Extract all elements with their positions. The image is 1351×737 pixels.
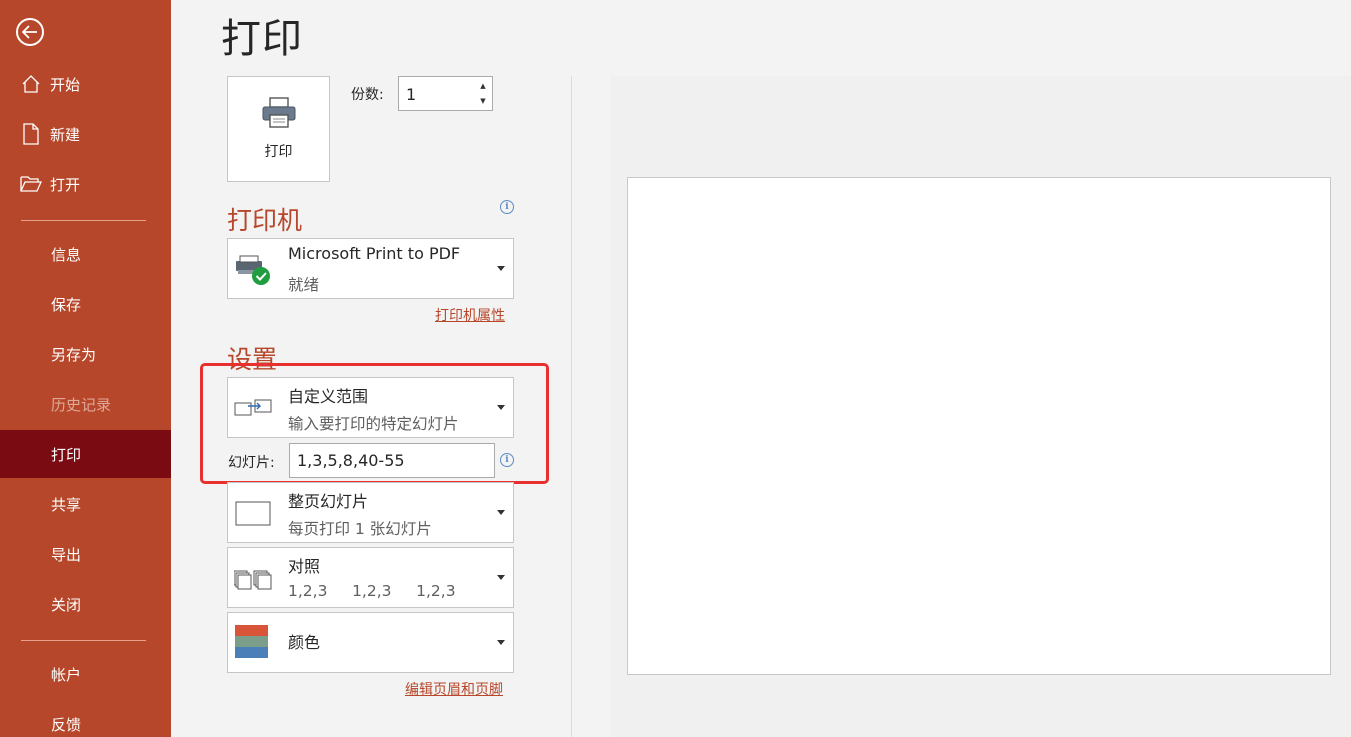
pane-divider — [571, 76, 572, 737]
info-icon[interactable]: i — [500, 200, 514, 214]
sidebar-item-share[interactable]: 共享 — [0, 480, 171, 528]
sidebar-item-label: 新建 — [50, 125, 81, 144]
sidebar-item-label: 关闭 — [51, 595, 82, 614]
spin-up-icon[interactable]: ▲ — [478, 80, 488, 92]
layout-dropdown[interactable]: 整页幻灯片 每页打印 1 张幻灯片 — [227, 482, 514, 543]
printer-name: Microsoft Print to PDF — [288, 244, 461, 263]
backstage-sidebar: 开始 新建 打开 信息 保存 另存为 历史记录 打印 共享 导出 关闭 帐户 反… — [0, 0, 171, 737]
chevron-down-icon — [497, 575, 505, 580]
printer-dropdown[interactable]: Microsoft Print to PDF 就绪 — [227, 238, 514, 299]
sidebar-item-label: 保存 — [51, 295, 82, 314]
collate-desc: 1,2,3 1,2,3 1,2,3 — [288, 582, 456, 600]
new-file-icon — [20, 123, 42, 145]
color-title: 颜色 — [288, 633, 321, 652]
collate-dropdown[interactable]: 对照 1,2,3 1,2,3 1,2,3 — [227, 547, 514, 608]
sidebar-separator — [21, 640, 146, 641]
sidebar-item-home[interactable]: 开始 — [0, 60, 171, 108]
sidebar-item-feedback[interactable]: 反馈 — [0, 700, 171, 737]
back-arrow-icon[interactable] — [16, 18, 44, 46]
sidebar-separator — [21, 220, 146, 221]
sidebar-item-label: 信息 — [51, 245, 82, 264]
home-icon — [20, 73, 42, 95]
sidebar-item-label: 历史记录 — [51, 395, 112, 414]
copies-label: 份数: — [351, 87, 384, 103]
sidebar-item-label: 打印 — [51, 445, 82, 464]
sidebar-item-label: 开始 — [50, 75, 81, 94]
sidebar-item-print[interactable]: 打印 — [0, 430, 171, 478]
sidebar-item-save-as[interactable]: 另存为 — [0, 330, 171, 378]
sidebar-item-new[interactable]: 新建 — [0, 110, 171, 158]
printer-section-title: 打印机 — [227, 206, 303, 235]
full-page-slide-icon — [234, 497, 274, 531]
print-button-label: 打印 — [264, 144, 293, 160]
printer-ready-icon — [234, 253, 274, 287]
printer-status: 就绪 — [288, 276, 320, 294]
chevron-down-icon — [497, 266, 505, 271]
sidebar-item-history[interactable]: 历史记录 — [0, 380, 171, 428]
layout-desc: 每页打印 1 张幻灯片 — [288, 520, 432, 538]
collate-icon — [233, 562, 274, 596]
sidebar-item-save[interactable]: 保存 — [0, 280, 171, 328]
color-dropdown[interactable]: 颜色 — [227, 612, 514, 673]
sidebar-item-label: 反馈 — [51, 715, 82, 734]
sidebar-item-label: 导出 — [51, 545, 82, 564]
copies-value: 1 — [406, 85, 417, 104]
collate-title: 对照 — [288, 557, 321, 576]
color-swatch-icon — [234, 625, 274, 659]
layout-title: 整页幻灯片 — [288, 492, 369, 511]
sidebar-item-open[interactable]: 打开 — [0, 160, 171, 208]
printer-properties-link[interactable]: 打印机属性 — [435, 305, 505, 325]
annotation-highlight-box — [200, 363, 549, 484]
sidebar-item-account[interactable]: 帐户 — [0, 650, 171, 698]
sidebar-item-close[interactable]: 关闭 — [0, 580, 171, 628]
copies-stepper[interactable]: 1 ▲ ▼ — [398, 76, 493, 111]
sidebar-item-label: 打开 — [50, 175, 81, 194]
sidebar-item-export[interactable]: 导出 — [0, 530, 171, 578]
chevron-down-icon — [497, 640, 505, 645]
spin-down-icon[interactable]: ▼ — [478, 95, 488, 107]
sidebar-item-label: 共享 — [51, 495, 82, 514]
page-title: 打印 — [221, 16, 303, 62]
print-preview-page — [627, 177, 1331, 675]
open-folder-icon — [20, 173, 42, 195]
printer-icon — [261, 97, 297, 133]
sidebar-item-label: 另存为 — [51, 345, 97, 364]
sidebar-item-label: 帐户 — [51, 665, 82, 684]
sidebar-item-info[interactable]: 信息 — [0, 230, 171, 278]
edit-header-footer-link[interactable]: 编辑页眉和页脚 — [405, 679, 503, 699]
print-button[interactable]: 打印 — [227, 76, 330, 182]
chevron-down-icon — [497, 510, 505, 515]
